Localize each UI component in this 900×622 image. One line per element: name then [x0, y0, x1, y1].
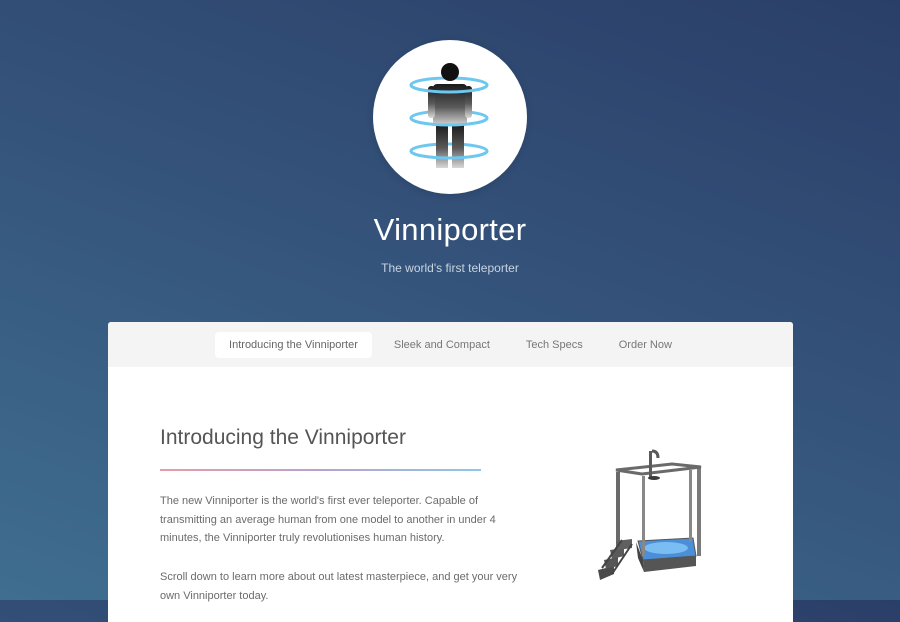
- intro-paragraph: Scroll down to learn more about out late…: [160, 571, 518, 602]
- section-nav: Introducing the Vinniporter Sleek and Co…: [108, 322, 793, 367]
- heading-divider: [160, 469, 481, 471]
- section-heading: Introducing the Vinniporter: [160, 426, 406, 449]
- nav-item-sleek-compact[interactable]: Sleek and Compact: [380, 332, 504, 358]
- intro-paragraph: The new Vinniporter is the world's first…: [160, 495, 496, 544]
- logo: [373, 40, 527, 194]
- person-teleport-icon: [409, 63, 489, 168]
- site-tagline: The world's first teleporter: [381, 261, 519, 275]
- nav-item-order-now[interactable]: Order Now: [605, 332, 686, 358]
- teleporter-booth-image: [598, 449, 702, 580]
- content-panel: Introducing the Vinniporter Sleek and Co…: [108, 322, 793, 622]
- nav-item-tech-specs[interactable]: Tech Specs: [512, 332, 597, 358]
- site-title: Vinniporter: [373, 212, 527, 247]
- nav-item-introducing[interactable]: Introducing the Vinniporter: [215, 331, 372, 358]
